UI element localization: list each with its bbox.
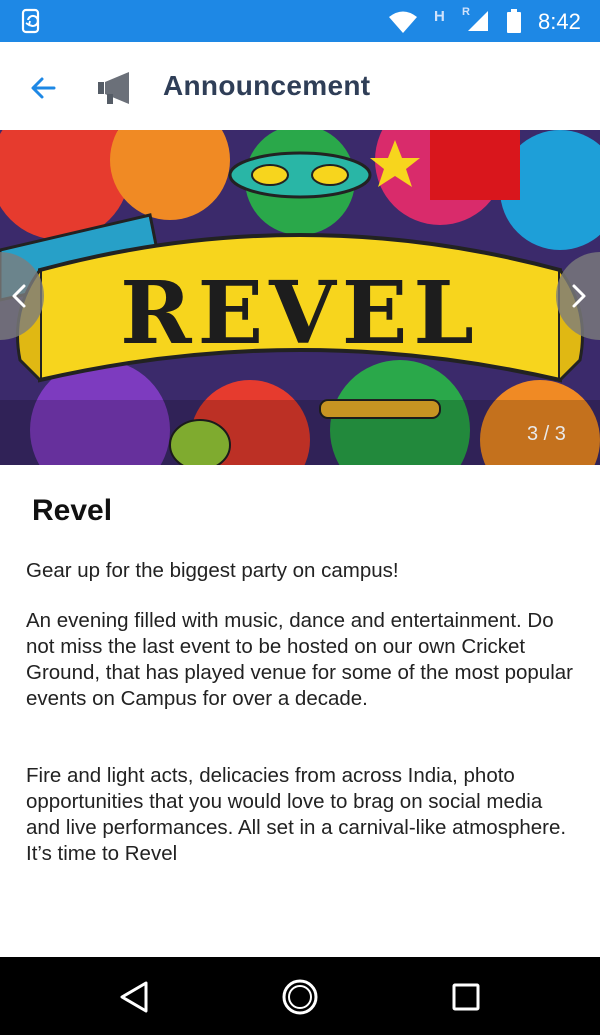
signal-icon xyxy=(468,11,488,31)
announcement-paragraph: Gear up for the biggest party on campus! xyxy=(26,559,399,582)
network-type-label: H xyxy=(434,8,445,25)
banner-carousel[interactable]: REVEL xyxy=(0,130,600,465)
wifi-icon xyxy=(389,11,417,33)
app-bar: Announcement xyxy=(0,42,600,131)
nav-back-icon[interactable] xyxy=(112,975,156,1019)
chevron-left-icon[interactable] xyxy=(0,252,52,340)
back-arrow-icon[interactable] xyxy=(24,68,64,108)
system-nav-bar xyxy=(0,957,600,1035)
announcement-title: Revel xyxy=(32,494,113,527)
status-bar: H R 8:42 xyxy=(0,0,600,42)
announcement-paragraph: An evening filled with music, dance and … xyxy=(26,609,573,710)
slide-counter: 3 / 3 xyxy=(527,423,566,445)
nav-recents-icon[interactable] xyxy=(444,975,488,1019)
announcement-paragraph: Fire and light acts, delicacies from acr… xyxy=(26,764,567,865)
status-time: 8:42 xyxy=(538,9,581,34)
chevron-right-icon[interactable] xyxy=(548,252,600,340)
page-title: Announcement xyxy=(163,70,371,101)
megaphone-icon xyxy=(98,72,129,104)
app-notification-icon xyxy=(21,8,40,34)
battery-icon xyxy=(507,9,521,33)
banner-art-text: REVEL xyxy=(120,263,480,364)
nav-home-icon[interactable] xyxy=(278,975,322,1019)
banner-image: REVEL xyxy=(0,130,600,465)
